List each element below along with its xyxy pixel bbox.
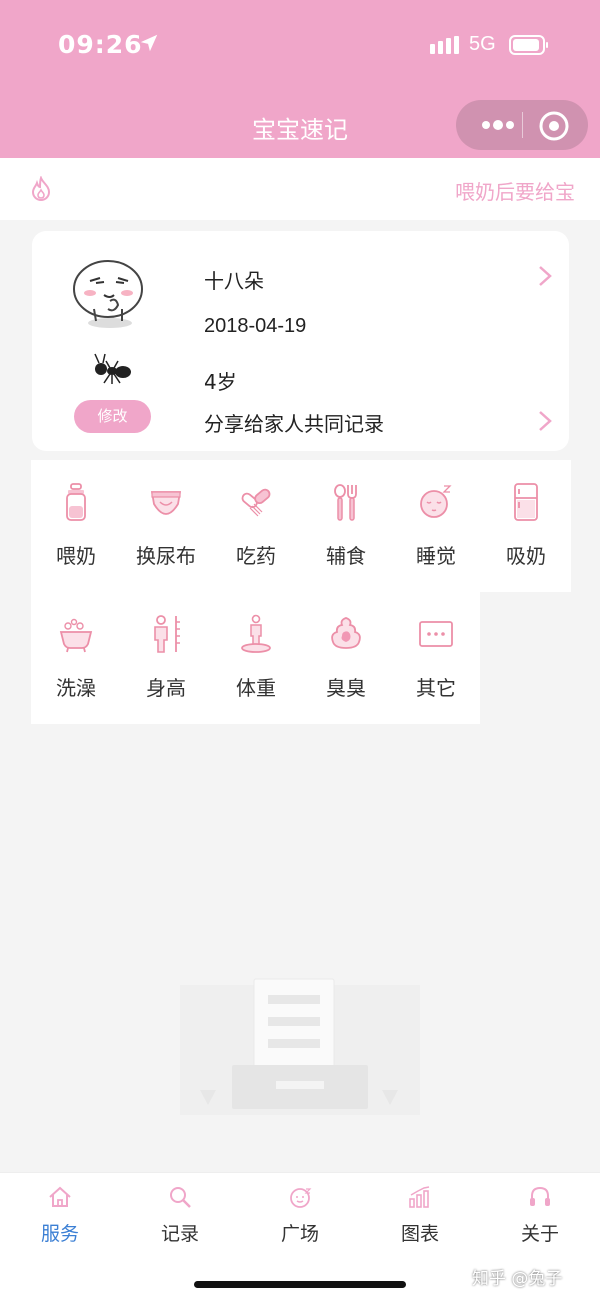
func-poop[interactable]: 臭臭: [301, 592, 391, 724]
func-label: 洗澡: [56, 676, 96, 700]
baby-age: 4岁: [204, 370, 237, 394]
more-box-icon: [419, 621, 453, 647]
edit-button[interactable]: 修改: [74, 400, 151, 433]
func-other[interactable]: 其它: [391, 592, 481, 724]
close-target-icon[interactable]: [536, 108, 572, 144]
chevron-right-icon[interactable]: [538, 265, 552, 287]
func-label: 身高: [146, 676, 186, 700]
signal-icon: [430, 36, 459, 54]
ant-icon: [94, 353, 131, 384]
tip-text[interactable]: 喂奶后要给宝: [455, 176, 575, 205]
scale-icon: [241, 614, 271, 653]
func-pump[interactable]: 吸奶: [481, 460, 571, 592]
function-grid-row: 喂奶 换尿布 吃药 辅食 睡觉 吸奶: [31, 460, 571, 592]
tab-charts[interactable]: 图表: [360, 1173, 480, 1263]
func-label: 吸奶: [506, 544, 546, 568]
share-with-family-link[interactable]: 分享给家人共同记录: [204, 408, 384, 437]
func-label: 辅食: [326, 544, 366, 568]
tab-label: 记录: [160, 1223, 199, 1245]
network-type: 5G: [469, 33, 496, 55]
capsule-divider: [522, 112, 523, 138]
func-bath[interactable]: 洗澡: [31, 592, 121, 724]
status-time: 09:26: [58, 30, 143, 59]
tab-label: 广场: [280, 1223, 319, 1245]
func-solid-food[interactable]: 辅食: [301, 460, 391, 592]
empty-state-illustration: [180, 978, 420, 1115]
top-bar: 09:26 5G 宝宝速记: [0, 0, 600, 158]
tab-label: 服务: [40, 1223, 79, 1245]
bar-chart-icon: [409, 1186, 430, 1208]
func-label: 换尿布: [136, 544, 196, 568]
home-icon: [49, 1186, 71, 1207]
func-label: 吃药: [236, 544, 276, 568]
func-diaper[interactable]: 换尿布: [121, 460, 211, 592]
location-arrow-icon: [140, 34, 158, 52]
headset-icon: [530, 1186, 550, 1206]
func-medicine[interactable]: 吃药: [211, 460, 301, 592]
tip-bar: 喂奶后要给宝: [0, 158, 600, 220]
tab-plaza[interactable]: 广场: [240, 1173, 360, 1263]
sleeping-baby-icon: [420, 485, 452, 518]
search-icon: [170, 1187, 191, 1208]
watermark: 知乎 @兔子: [472, 1269, 563, 1289]
more-dots-icon: [482, 120, 514, 130]
battery-icon: [509, 35, 548, 55]
home-indicator: [194, 1281, 406, 1288]
fridge-icon: [514, 483, 538, 521]
baby-birthday: 2018-04-19: [204, 315, 307, 337]
more-button[interactable]: [474, 100, 522, 150]
tab-label: 关于: [520, 1223, 559, 1245]
bathtub-icon: [59, 618, 93, 653]
func-weight[interactable]: 体重: [211, 592, 301, 724]
func-label: 睡觉: [416, 544, 456, 568]
baby-face-icon: [290, 1188, 312, 1208]
chevron-right-icon[interactable]: [538, 410, 552, 432]
func-label: 喂奶: [56, 544, 96, 568]
bottle-icon: [66, 483, 86, 521]
tab-label: 图表: [400, 1223, 439, 1245]
mini-program-capsule: [456, 100, 588, 150]
baby-name[interactable]: 十八朵: [204, 265, 264, 294]
function-grid-row: 洗澡 身高 体重 臭臭 其它: [31, 592, 480, 724]
func-label: 体重: [236, 676, 276, 700]
height-ruler-icon: [154, 615, 180, 653]
baby-avatar[interactable]: [70, 251, 150, 331]
tab-about[interactable]: 关于: [480, 1173, 600, 1263]
baby-profile-card: 修改 十八朵 2018-04-19 4岁 分享给家人共同记录: [32, 231, 569, 451]
tab-service[interactable]: 服务: [0, 1173, 120, 1263]
tab-records[interactable]: 记录: [120, 1173, 240, 1263]
poop-icon: [331, 617, 361, 649]
spoon-fork-icon: [334, 484, 357, 521]
func-label: 其它: [416, 676, 456, 700]
func-sleep[interactable]: 睡觉: [391, 460, 481, 592]
func-feed[interactable]: 喂奶: [31, 460, 121, 592]
func-height[interactable]: 身高: [121, 592, 211, 724]
pill-icon: [241, 488, 271, 517]
fire-icon: [31, 176, 51, 202]
diaper-icon: [150, 491, 182, 515]
func-label: 臭臭: [326, 676, 366, 700]
